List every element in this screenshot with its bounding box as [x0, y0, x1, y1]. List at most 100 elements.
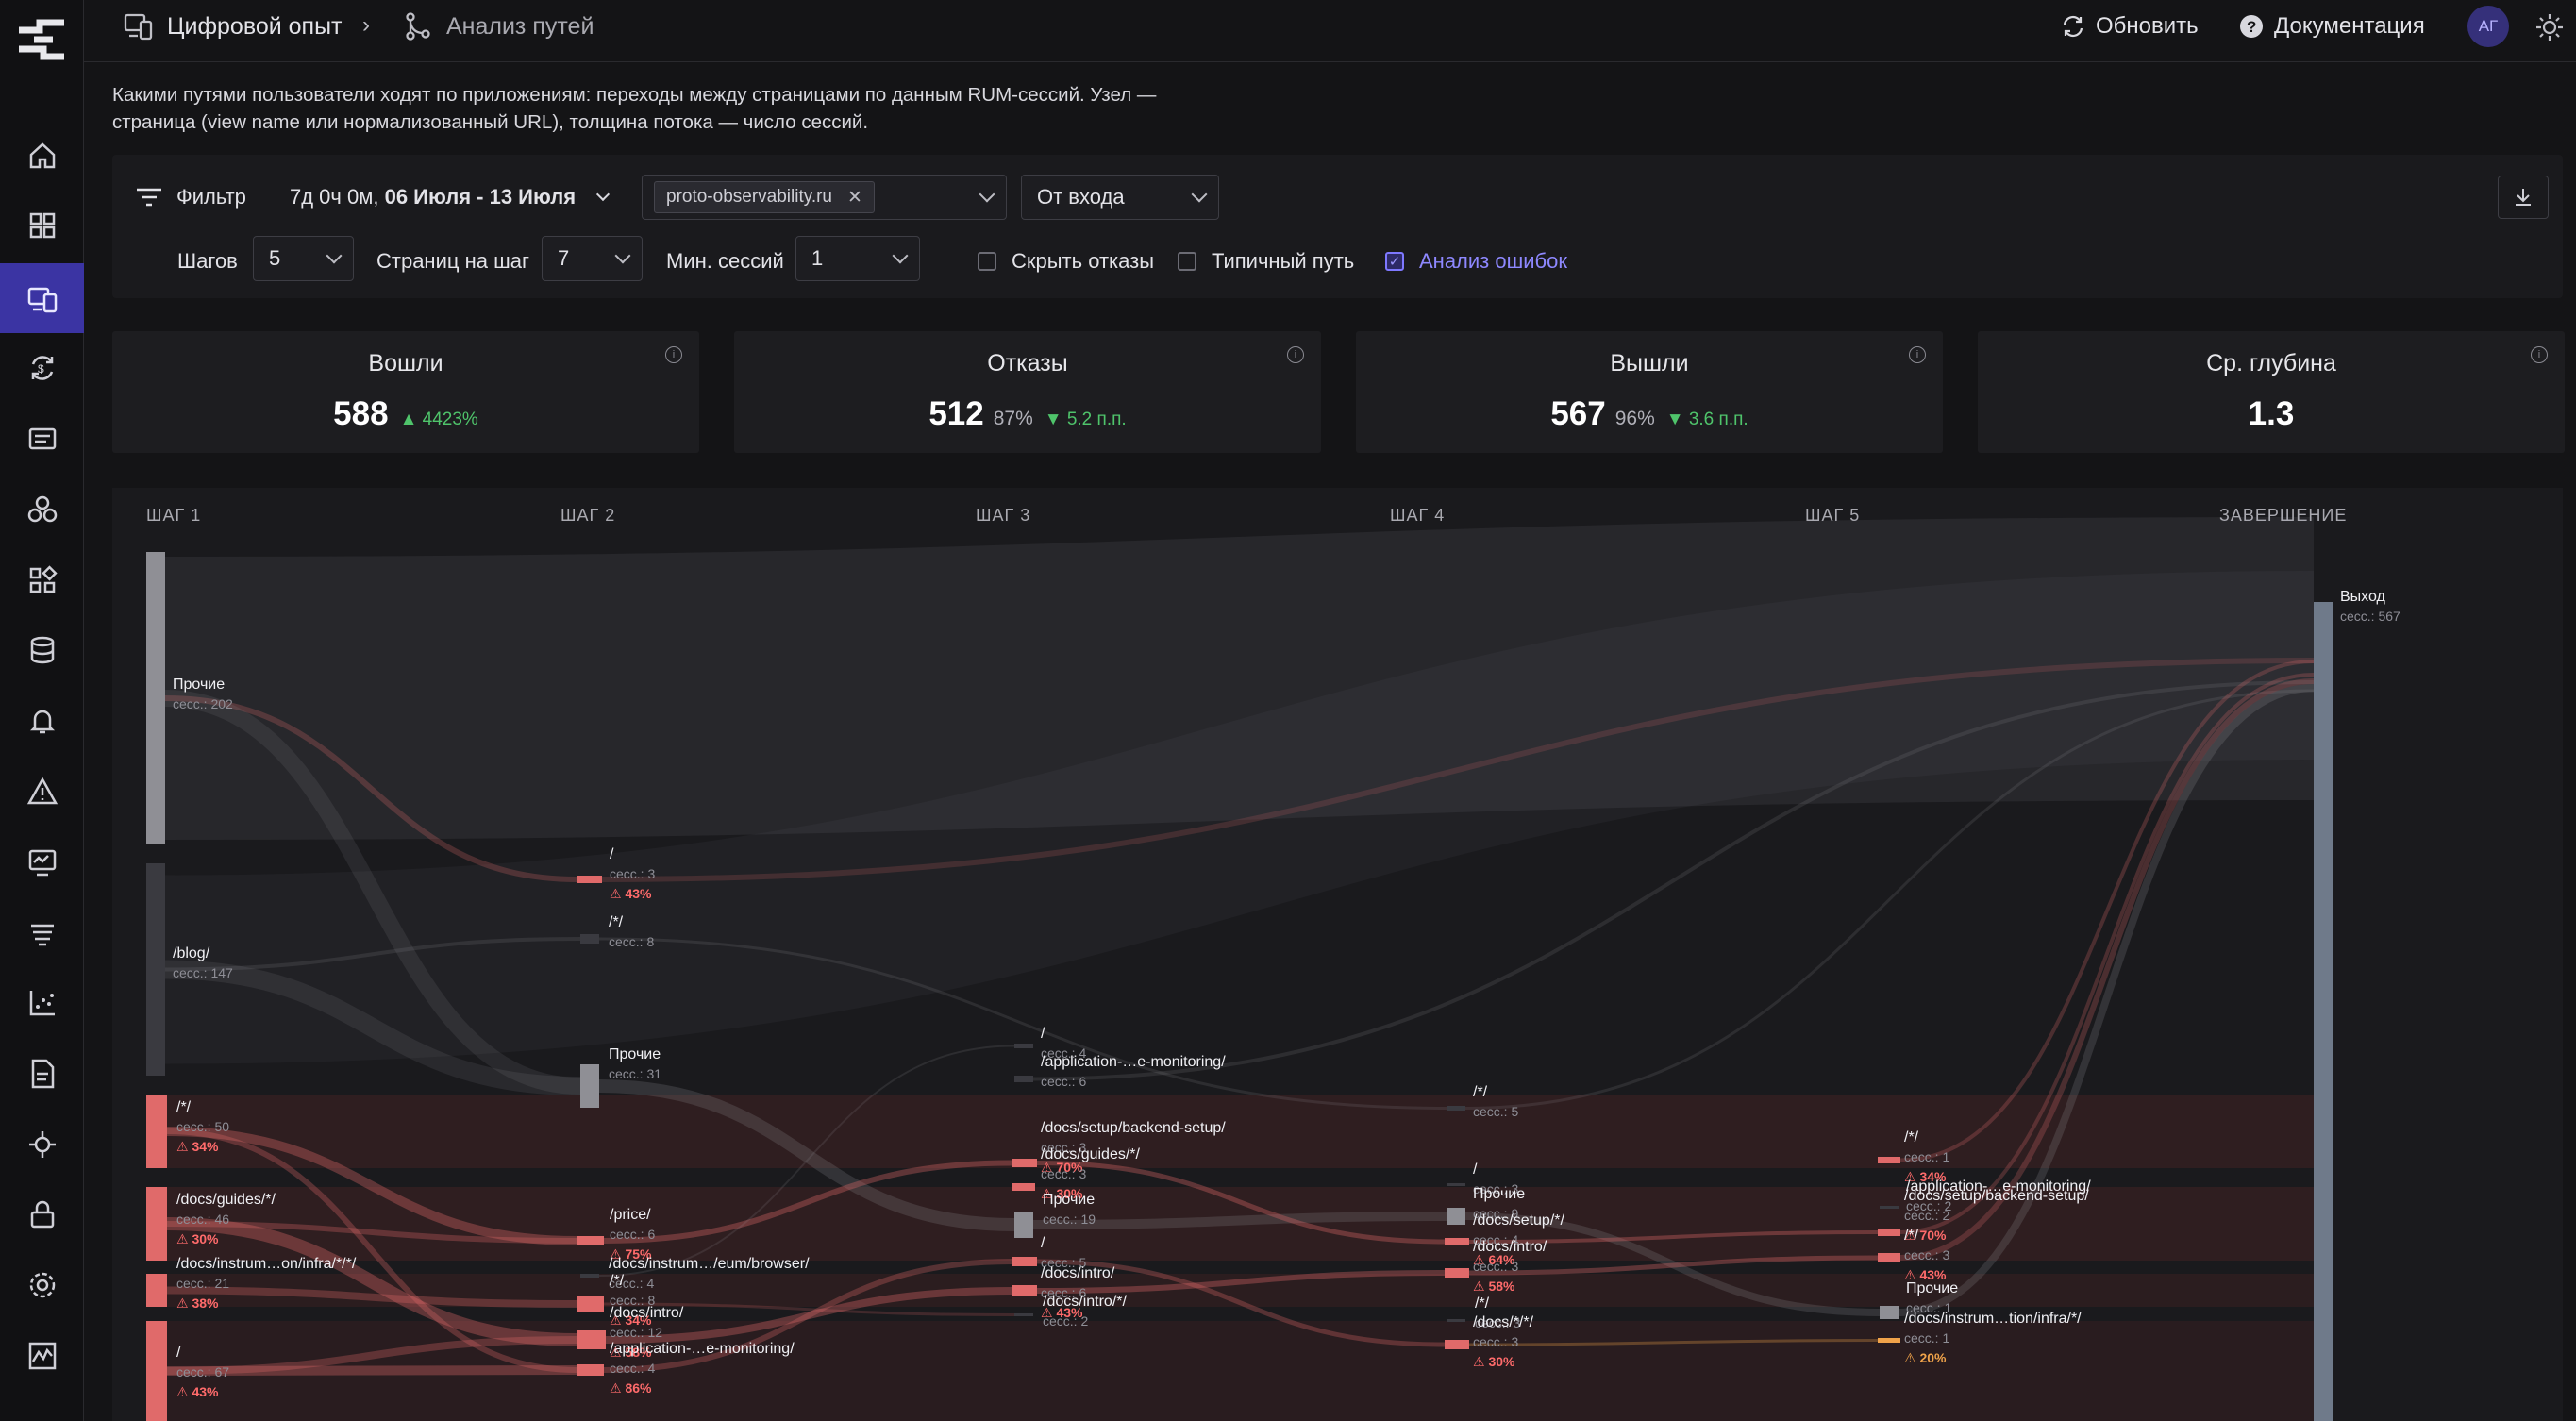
page-description: Какими путями пользователи ходят по прил…: [112, 84, 1157, 133]
chevron-down-icon: [892, 247, 909, 264]
nav-apps-icon[interactable]: [0, 545, 84, 615]
error-analysis-checkbox[interactable]: ✓ Анализ ошибок: [1385, 245, 1567, 277]
time-range-duration: 7д 0ч 0м,: [290, 185, 385, 209]
checkmark-icon: ✓: [1385, 252, 1404, 271]
documentation-label: Документация: [2274, 13, 2425, 39]
remove-tag-icon[interactable]: ✕: [847, 187, 862, 209]
step-header: ШАГ 3: [976, 506, 1031, 525]
step-header: ШАГ 1: [146, 506, 202, 525]
info-icon[interactable]: i: [665, 346, 682, 363]
download-button[interactable]: [2498, 176, 2549, 219]
direction-select[interactable]: От входа: [1021, 175, 1219, 220]
nav-digital-experience-icon[interactable]: [0, 263, 84, 333]
steps-select[interactable]: 5: [253, 236, 354, 281]
nav-lock-icon[interactable]: [0, 1179, 84, 1249]
help-circle-icon: ?: [2240, 15, 2263, 38]
metric-label: Отказы: [987, 350, 1068, 376]
logo-icon[interactable]: [15, 17, 68, 62]
nav-metrics-icon[interactable]: [0, 968, 84, 1038]
info-icon[interactable]: i: [1909, 346, 1926, 363]
metric-label: Ср. глубина: [2206, 350, 2336, 376]
nav-sync-icon[interactable]: $: [0, 333, 84, 403]
chevron-down-icon: [326, 247, 343, 264]
user-avatar[interactable]: АГ: [2467, 6, 2509, 47]
documentation-button[interactable]: ? Документация: [2238, 8, 2425, 45]
application-select[interactable]: proto-observability.ru ✕: [642, 175, 1007, 220]
chevron-down-icon: [614, 247, 631, 264]
time-range-dates: 06 Июля - 13 Июля: [384, 185, 577, 209]
hide-bounces-label: Скрыть отказы: [1012, 249, 1155, 273]
svg-text:?: ?: [2247, 18, 2256, 36]
nav-activity-icon[interactable]: [0, 1321, 84, 1391]
hide-bounces-checkbox[interactable]: Скрыть отказы: [978, 245, 1154, 277]
nav-warning-icon[interactable]: [0, 757, 84, 827]
steps-value: 5: [269, 246, 281, 270]
device-icon: [124, 13, 153, 41]
theme-toggle-sun-icon[interactable]: [2534, 11, 2566, 43]
chevron-down-icon: [595, 187, 611, 202]
nav-alerts-bell-icon[interactable]: [0, 686, 84, 756]
metric-card-avg-depth: Ср. глубина i 1.3: [1978, 331, 2565, 453]
metric-value: 588: [333, 395, 389, 432]
info-icon[interactable]: i: [2531, 346, 2548, 363]
metric-percent: 87%: [993, 408, 1033, 429]
nav-network-icon[interactable]: [0, 1110, 84, 1179]
checkbox-box: [1178, 252, 1196, 271]
metric-card-bounces: Отказы i 512 87% ▼ 5.2 п.п.: [734, 331, 1321, 453]
filter-button[interactable]: Фильтр: [135, 181, 246, 213]
info-icon[interactable]: i: [1287, 346, 1304, 363]
nav-reports-icon[interactable]: [0, 1039, 84, 1109]
typical-path-label: Типичный путь: [1212, 249, 1355, 273]
path-sankey-panel: [112, 488, 2563, 1421]
nav-dashboards-icon[interactable]: [0, 191, 84, 260]
breadcrumb-path-analysis: Анализ путей: [401, 0, 594, 53]
metric-value: 1.3: [2248, 395, 2295, 432]
application-tag-label: proto-observability.ru: [666, 187, 833, 207]
nav-home-icon[interactable]: [0, 121, 84, 191]
metric-delta: ▼ 5.2 п.п.: [1044, 410, 1127, 429]
min-sessions-select[interactable]: 1: [795, 236, 920, 281]
metric-value: 567: [1550, 395, 1606, 432]
breadcrumb-label: Цифровой опыт: [167, 12, 343, 40]
steps-label: Шагов: [177, 249, 238, 273]
nav-logs-icon[interactable]: [0, 404, 84, 474]
metric-delta: ▼ 3.6 п.п.: [1665, 410, 1748, 429]
page-title: Анализ путей: [446, 12, 594, 40]
refresh-button[interactable]: Обновить: [2060, 8, 2199, 45]
nav-settings-gear-icon[interactable]: [0, 1250, 84, 1320]
step-header: ШАГ 5: [1805, 506, 1861, 525]
metric-delta: ▲ 4423%: [399, 410, 478, 429]
application-tag: proto-observability.ru ✕: [654, 181, 875, 213]
time-range-picker[interactable]: 7д 0ч 0м, 06 Июля - 13 Июля: [290, 181, 611, 213]
direction-value: От входа: [1037, 185, 1125, 209]
min-sessions-label: Мин. сессий: [666, 249, 784, 273]
pages-per-step-value: 7: [558, 246, 570, 270]
pages-per-step-label: Страниц на шаг: [376, 249, 529, 273]
nav-database-icon[interactable]: [0, 615, 84, 685]
metric-label: Вошли: [368, 350, 443, 376]
error-analysis-label: Анализ ошибок: [1419, 249, 1568, 273]
metric-percent: 96%: [1614, 408, 1655, 429]
refresh-icon: [2063, 15, 2083, 38]
svg-text:$: $: [38, 362, 44, 376]
top-bar: Цифровой опыт › Анализ путей Обновить ? …: [84, 0, 2576, 62]
checkbox-box: [978, 252, 996, 271]
path-branch-icon: [406, 12, 430, 41]
min-sessions-value: 1: [811, 246, 824, 270]
filter-icon: [137, 188, 161, 207]
nav-layers-icon[interactable]: [0, 898, 84, 968]
sidebar: $: [0, 0, 84, 1421]
chevron-down-icon: [1191, 186, 1208, 203]
nav-services-icon[interactable]: [0, 475, 84, 544]
chevron-down-icon: [979, 186, 995, 203]
typical-path-checkbox[interactable]: Типичный путь: [1178, 245, 1354, 277]
step-header: ШАГ 4: [1390, 506, 1446, 525]
refresh-label: Обновить: [2096, 13, 2199, 39]
download-icon: [2516, 189, 2531, 206]
metric-value: 512: [928, 395, 984, 432]
breadcrumb-digital-experience[interactable]: Цифровой опыт: [122, 0, 343, 53]
nav-monitoring-icon[interactable]: [0, 828, 84, 897]
step-header: ЗАВЕРШЕНИЕ: [2219, 506, 2348, 525]
filter-panel: Фильтр 7д 0ч 0м, 06 Июля - 13 Июля proto…: [112, 155, 2563, 298]
pages-per-step-select[interactable]: 7: [542, 236, 643, 281]
